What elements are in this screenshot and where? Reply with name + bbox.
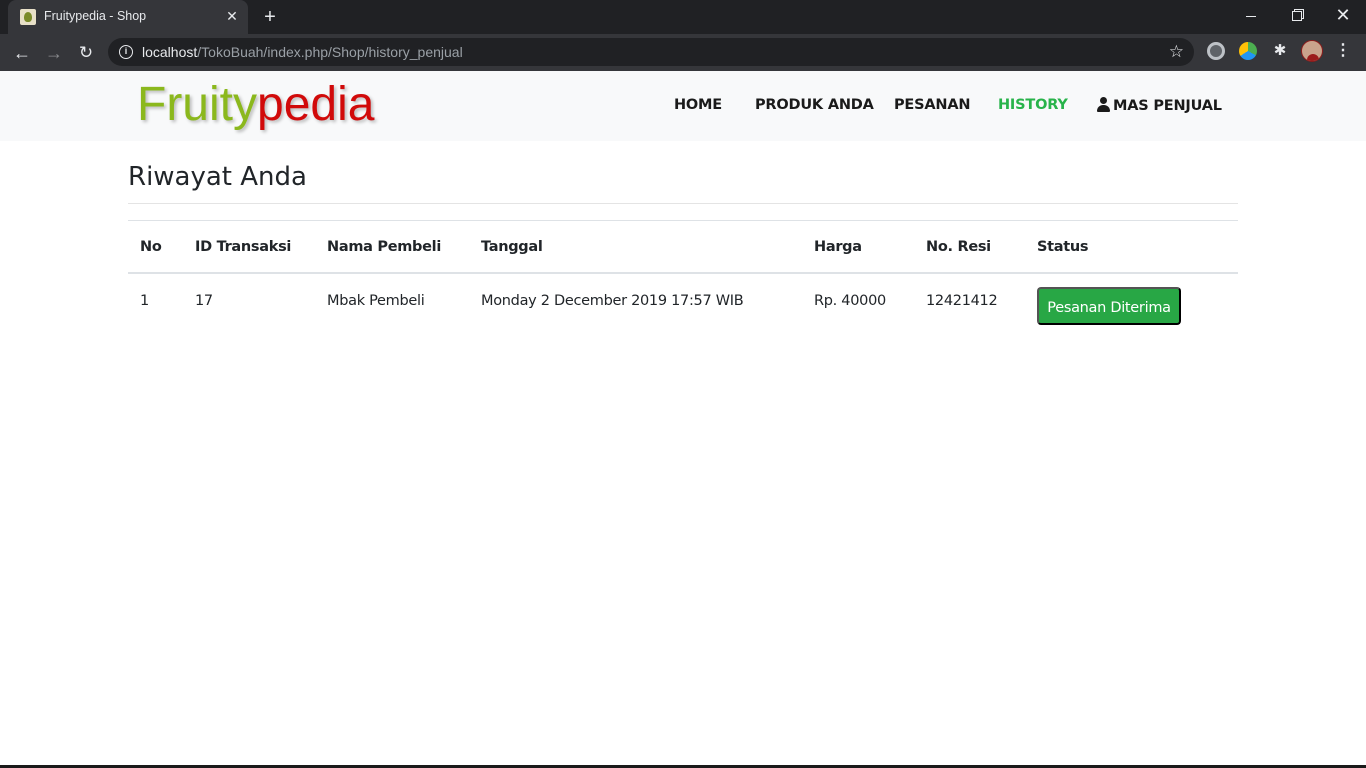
status-button[interactable]: Pesanan Diterima bbox=[1037, 287, 1181, 325]
new-tab-icon[interactable]: + bbox=[259, 6, 281, 28]
table-header-border bbox=[128, 272, 1238, 274]
cell-id-transaksi: 17 bbox=[195, 293, 213, 309]
user-name: MAS PENJUAL bbox=[1113, 98, 1222, 114]
column-header-nama-pembeli: Nama Pembeli bbox=[327, 239, 441, 255]
cell-no: 1 bbox=[140, 293, 149, 309]
window-minimize-button[interactable] bbox=[1228, 0, 1274, 30]
column-header-status: Status bbox=[1037, 239, 1089, 255]
column-header-tanggal: Tanggal bbox=[481, 239, 543, 255]
nav-produk-anda[interactable]: PRODUK ANDA bbox=[755, 97, 874, 113]
column-header-id-transaksi: ID Transaksi bbox=[195, 239, 292, 255]
close-tab-icon[interactable]: ✕ bbox=[223, 7, 241, 25]
site-favicon-icon bbox=[20, 9, 36, 25]
address-bar[interactable]: i localhost/TokoBuah/index.php/Shop/hist… bbox=[108, 38, 1194, 66]
title-divider bbox=[128, 203, 1238, 204]
reload-icon[interactable]: ↻ bbox=[73, 40, 99, 66]
browser-tab[interactable]: Fruitypedia - Shop ✕ bbox=[8, 0, 248, 34]
extension-record-icon[interactable] bbox=[1207, 42, 1225, 60]
site-navbar: Fruitypedia HOME PRODUK ANDA PESANAN HIS… bbox=[0, 71, 1366, 141]
nav-user-menu[interactable]: MAS PENJUAL bbox=[1097, 97, 1222, 114]
cell-nama-pembeli: Mbak Pembeli bbox=[327, 293, 425, 309]
nav-history[interactable]: HISTORY bbox=[998, 97, 1068, 113]
brand-logo[interactable]: Fruitypedia bbox=[137, 77, 374, 133]
column-header-harga: Harga bbox=[814, 239, 862, 255]
nav-pesanan[interactable]: PESANAN bbox=[894, 97, 970, 113]
cell-tanggal: Monday 2 December 2019 17:57 WIB bbox=[481, 293, 744, 309]
info-icon[interactable]: i bbox=[119, 45, 133, 59]
column-header-no-resi: No. Resi bbox=[926, 239, 991, 255]
user-icon bbox=[1097, 97, 1110, 112]
arrow-right-icon[interactable]: → bbox=[41, 40, 67, 66]
cell-no-resi: 12421412 bbox=[926, 293, 998, 309]
tab-title: Fruitypedia - Shop bbox=[44, 9, 147, 23]
star-icon[interactable]: ☆ bbox=[1169, 41, 1184, 63]
more-vert-icon[interactable]: ⋮ bbox=[1335, 42, 1351, 60]
profile-avatar[interactable] bbox=[1301, 40, 1323, 62]
browser-tab-bar: Fruitypedia - Shop ✕ + ✕ bbox=[0, 0, 1366, 34]
puzzle-icon[interactable]: ✱ bbox=[1271, 42, 1289, 60]
arrow-left-icon[interactable]: ← bbox=[9, 40, 35, 66]
window-restore-button[interactable] bbox=[1274, 0, 1320, 30]
browser-toolbar: ← → ↻ i localhost/TokoBuah/index.php/Sho… bbox=[0, 34, 1366, 71]
url-text[interactable]: localhost/TokoBuah/index.php/Shop/histor… bbox=[142, 44, 463, 60]
column-header-no: No bbox=[140, 239, 162, 255]
page-title: Riwayat Anda bbox=[128, 162, 307, 192]
nav-home[interactable]: HOME bbox=[674, 97, 722, 113]
extension-globe-icon[interactable] bbox=[1239, 42, 1257, 60]
table-top-border bbox=[128, 220, 1238, 221]
cell-harga: Rp. 40000 bbox=[814, 293, 886, 309]
window-close-button[interactable]: ✕ bbox=[1320, 0, 1366, 30]
